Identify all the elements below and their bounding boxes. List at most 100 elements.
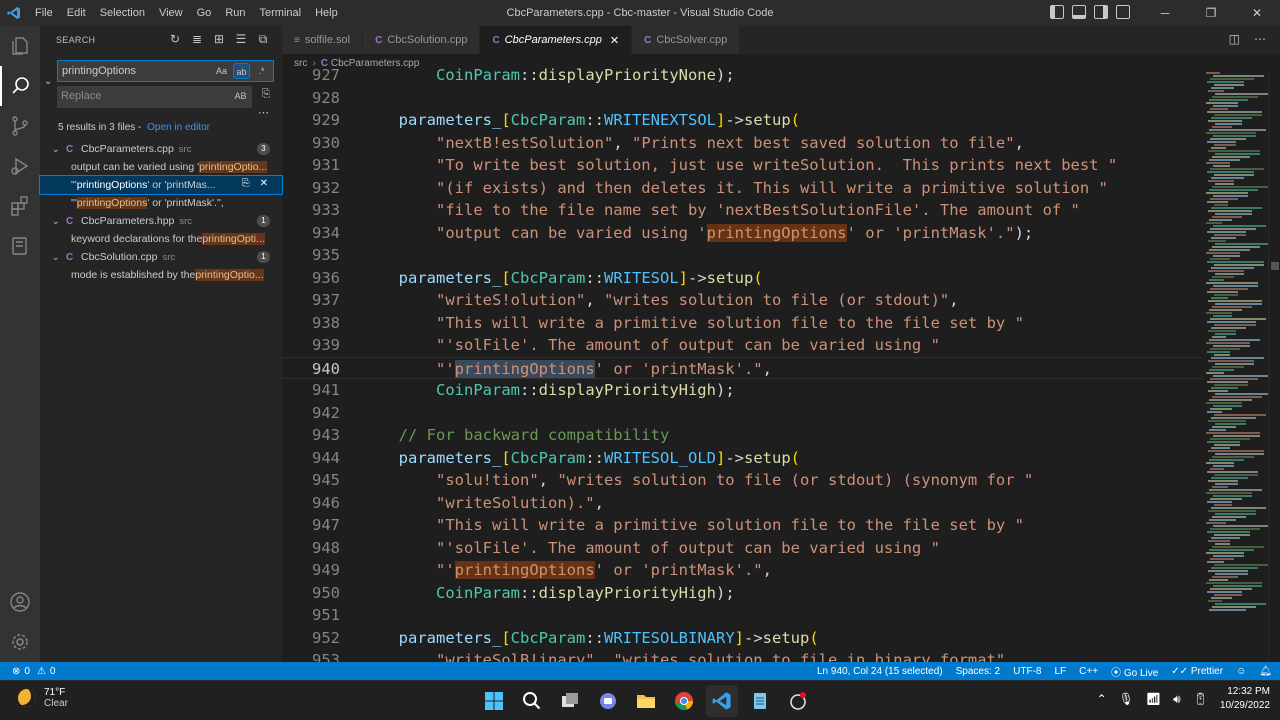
battery-icon[interactable]: 🔋︎ bbox=[1193, 692, 1208, 706]
task-view-icon[interactable] bbox=[554, 685, 586, 717]
tab-solfile-sol[interactable]: ≡ solfile.sol bbox=[282, 26, 364, 54]
close-window-button[interactable]: ✕ bbox=[1234, 0, 1280, 26]
code-line[interactable]: 945 "solu!tion", "writes solution to fil… bbox=[282, 469, 1202, 492]
collapse-all-icon[interactable]: ⧉ bbox=[256, 32, 270, 46]
minimize-button[interactable]: ─ bbox=[1142, 0, 1188, 26]
weather-widget[interactable]: 71°F Clear bbox=[18, 687, 68, 709]
match-whole-word-toggle[interactable]: ab bbox=[233, 63, 250, 79]
chrome-icon[interactable] bbox=[668, 685, 700, 717]
cursor-position[interactable]: Ln 940, Col 24 (15 selected) bbox=[817, 666, 943, 677]
code-line[interactable]: 937 "writeS!olution", "writes solution t… bbox=[282, 289, 1202, 312]
vertical-scrollbar[interactable] bbox=[1268, 72, 1280, 662]
view-as-tree-icon[interactable]: ☰ bbox=[234, 32, 248, 46]
result-file-row[interactable]: ⌄ C CbcParameters.cpp src 3 bbox=[40, 140, 282, 158]
encoding[interactable]: UTF-8 bbox=[1013, 666, 1041, 677]
line-ending[interactable]: LF bbox=[1054, 666, 1066, 677]
code-line[interactable]: 930 "nextB!estSolution", "Prints next be… bbox=[282, 132, 1202, 155]
run-debug-icon[interactable] bbox=[0, 146, 40, 186]
refresh-icon[interactable]: ↻ bbox=[168, 32, 182, 46]
chevron-down-icon[interactable]: ⌄ bbox=[52, 144, 66, 155]
result-match-row[interactable]: "' printingOptions ' or 'printMas... ⎘ ✕ bbox=[39, 175, 283, 195]
code-line[interactable]: 950 CoinParam::displayPriorityHigh); bbox=[282, 582, 1202, 605]
match-case-toggle[interactable]: Aa bbox=[213, 63, 230, 79]
code-line[interactable]: 938 "This will write a primitive solutio… bbox=[282, 312, 1202, 335]
code-line[interactable]: 949 "'printingOptions' or 'printMask'.", bbox=[282, 559, 1202, 582]
result-file-row[interactable]: ⌄ C CbcSolution.cpp src 1 bbox=[40, 248, 282, 266]
replace-match-icon[interactable]: ⎘ bbox=[242, 178, 250, 189]
result-match-row[interactable]: mode is established by the printingOptio… bbox=[40, 266, 282, 284]
notepad-icon[interactable] bbox=[744, 685, 776, 717]
preserve-case-toggle[interactable]: AB bbox=[232, 88, 249, 104]
indentation[interactable]: Spaces: 2 bbox=[956, 666, 1000, 677]
language-mode[interactable]: C++ bbox=[1079, 666, 1098, 677]
close-tab-icon[interactable]: ✕ bbox=[610, 34, 619, 47]
code-line[interactable]: 943 // For backward compatibility bbox=[282, 424, 1202, 447]
result-match-row[interactable]: output can be varied using ' printingOpti… bbox=[40, 158, 282, 176]
toggle-replace-icon[interactable]: ⌄ bbox=[44, 76, 52, 87]
code-line[interactable]: 947 "This will write a primitive solutio… bbox=[282, 514, 1202, 537]
taskbar-search-icon[interactable] bbox=[516, 685, 548, 717]
menu-file[interactable]: File bbox=[28, 0, 60, 26]
chevron-down-icon[interactable]: ⌄ bbox=[52, 216, 66, 227]
code-line[interactable]: 929 parameters_[CbcParam::WRITENEXTSOL]-… bbox=[282, 109, 1202, 132]
code-line[interactable]: 936 parameters_[CbcParam::WRITESOL]->set… bbox=[282, 267, 1202, 290]
use-regex-toggle[interactable]: .* bbox=[253, 63, 270, 79]
code-line[interactable]: 944 parameters_[CbcParam::WRITESOL_OLD]-… bbox=[282, 447, 1202, 470]
code-line[interactable]: 934 "output can be varied using 'printin… bbox=[282, 222, 1202, 245]
prettier-button[interactable]: ✓✓ Prettier bbox=[1171, 666, 1223, 677]
result-match-row[interactable]: keyword declarations for the printingOpt… bbox=[40, 230, 282, 248]
menu-selection[interactable]: Selection bbox=[93, 0, 152, 26]
toggle-panel-icon[interactable] bbox=[1072, 5, 1086, 19]
feedback-icon[interactable]: ☺ bbox=[1236, 666, 1246, 677]
file-explorer-icon[interactable] bbox=[630, 685, 662, 717]
menu-terminal[interactable]: Terminal bbox=[253, 0, 309, 26]
menu-run[interactable]: Run bbox=[218, 0, 252, 26]
replace-all-icon[interactable]: ⎘ bbox=[258, 88, 274, 104]
code-line[interactable]: 942 bbox=[282, 402, 1202, 425]
explorer-icon[interactable] bbox=[0, 26, 40, 66]
more-options-icon[interactable]: ⋯ bbox=[258, 106, 269, 119]
code-line[interactable]: 931 "To write best solution, just use wr… bbox=[282, 154, 1202, 177]
teams-chat-icon[interactable] bbox=[592, 685, 624, 717]
volume-icon[interactable]: 🔊︎ bbox=[1173, 692, 1181, 707]
code-line[interactable]: 940 "'printingOptions' or 'printMask'.", bbox=[282, 356, 1202, 379]
result-match-row[interactable]: "' printingOptions ' or 'printMask'.", bbox=[40, 194, 282, 212]
remote-explorer-icon[interactable] bbox=[0, 226, 40, 266]
recording-app-icon[interactable] bbox=[782, 685, 814, 717]
minimap[interactable] bbox=[1202, 72, 1272, 662]
new-search-editor-icon[interactable]: ⊞ bbox=[212, 32, 226, 46]
code-line[interactable]: 933 "file to the file name set by 'nextB… bbox=[282, 199, 1202, 222]
menu-view[interactable]: View bbox=[152, 0, 190, 26]
code-line[interactable]: 953 "writeSolB!inary", "writes solution … bbox=[282, 649, 1202, 662]
dismiss-match-icon[interactable]: ✕ bbox=[260, 178, 268, 189]
toggle-secondary-sidebar-icon[interactable] bbox=[1094, 5, 1108, 19]
chevron-up-icon[interactable]: ⌃ bbox=[1097, 692, 1107, 706]
tab-cbcsolver-cpp[interactable]: C CbcSolver.cpp bbox=[632, 26, 741, 54]
code-line[interactable]: 941 CoinParam::displayPriorityHigh); bbox=[282, 379, 1202, 402]
code-line[interactable]: 939 "'solFile'. The amount of output can… bbox=[282, 334, 1202, 357]
code-line[interactable]: 946 "writeSolution).", bbox=[282, 492, 1202, 515]
code-line[interactable]: 948 "'solFile'. The amount of output can… bbox=[282, 537, 1202, 560]
customize-layout-icon[interactable] bbox=[1116, 5, 1130, 19]
more-actions-icon[interactable]: ⋯ bbox=[1254, 32, 1266, 46]
search-input[interactable]: printingOptions Aa ab .* bbox=[57, 60, 274, 82]
wifi-icon[interactable]: 📶︎ bbox=[1146, 692, 1161, 706]
problems-indicator[interactable]: ⊗ 0 ⚠ 0 bbox=[0, 666, 55, 677]
settings-gear-icon[interactable] bbox=[0, 622, 40, 662]
clear-results-icon[interactable]: ≣ bbox=[190, 32, 204, 46]
code-line[interactable]: 928 bbox=[282, 87, 1202, 110]
code-line[interactable]: 932 "(if exists) and then deletes it. Th… bbox=[282, 177, 1202, 200]
source-control-icon[interactable] bbox=[0, 106, 40, 146]
microphone-icon[interactable]: 🎙︎ bbox=[1119, 692, 1134, 706]
search-icon[interactable] bbox=[0, 66, 40, 106]
result-file-row[interactable]: ⌄ C CbcParameters.hpp src 1 bbox=[40, 212, 282, 230]
vscode-taskbar-icon[interactable] bbox=[706, 685, 738, 717]
menu-help[interactable]: Help bbox=[308, 0, 345, 26]
open-in-editor-link[interactable]: Open in editor bbox=[147, 122, 210, 133]
maximize-button[interactable]: ❐ bbox=[1188, 0, 1234, 26]
replace-input[interactable]: Replace AB bbox=[57, 86, 252, 108]
code-line[interactable]: 952 parameters_[CbcParam::WRITESOLBINARY… bbox=[282, 627, 1202, 650]
scrollbar-thumb[interactable] bbox=[1271, 262, 1279, 270]
go-live-button[interactable]: ⦿ Go Live bbox=[1111, 664, 1158, 679]
code-line[interactable]: 927 CoinParam::displayPriorityNone); bbox=[282, 64, 1202, 87]
